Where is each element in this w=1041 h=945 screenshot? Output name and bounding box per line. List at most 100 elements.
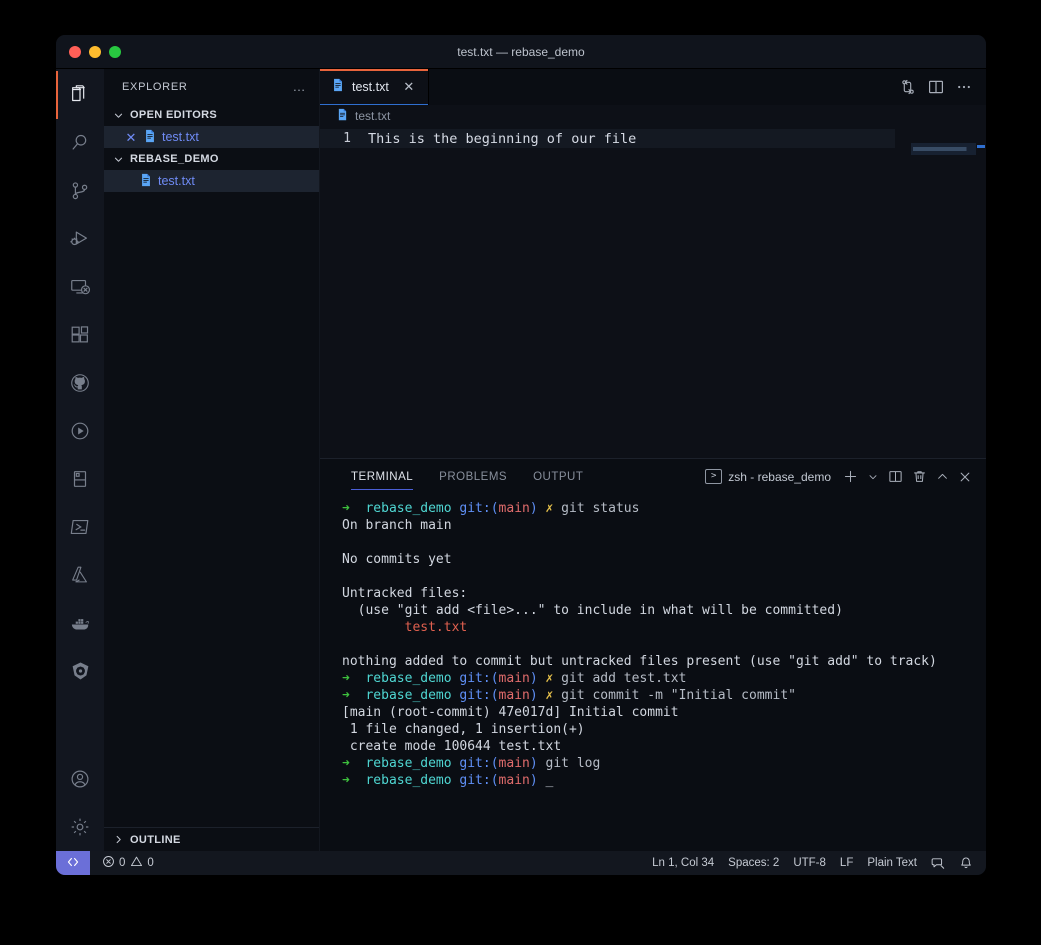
activity-item-kubernetes[interactable] xyxy=(56,647,104,695)
warning-count-label: 0 xyxy=(147,857,154,869)
maximize-panel-icon[interactable] xyxy=(936,470,949,483)
azure-icon xyxy=(69,564,91,586)
error-count[interactable]: 0 xyxy=(102,855,125,871)
tab-problems[interactable]: PROBLEMS xyxy=(426,459,520,494)
run-and-debug-icon xyxy=(69,228,91,250)
minimize-window-button[interactable] xyxy=(89,45,101,58)
eol-setting[interactable]: LF xyxy=(840,857,853,869)
panel-tab-label: PROBLEMS xyxy=(439,470,508,483)
terminal-line: 1 file changed, 1 insertion(+) xyxy=(342,722,585,737)
zoom-window-button[interactable] xyxy=(109,45,121,58)
chevron-down-icon xyxy=(110,107,126,123)
language-mode[interactable]: Plain Text xyxy=(867,857,917,869)
split-editor-icon[interactable] xyxy=(928,79,944,95)
terminal-selector[interactable]: > zsh - rebase_demo xyxy=(705,469,831,484)
outline-label: OUTLINE xyxy=(130,833,181,846)
activity-item-extensions[interactable] xyxy=(56,311,104,359)
bell-icon[interactable] xyxy=(959,856,973,870)
close-window-button[interactable] xyxy=(69,45,81,58)
database-icon xyxy=(69,468,91,490)
tab-terminal[interactable]: TERMINAL xyxy=(338,459,426,494)
terminal-line: ➜ rebase_demo git:(main) ✗ git commit -m… xyxy=(342,688,796,703)
chevron-down-icon xyxy=(110,151,126,167)
activity-item-github[interactable] xyxy=(56,359,104,407)
activity-item-search[interactable] xyxy=(56,119,104,167)
close-tab-icon[interactable]: ✕ xyxy=(401,79,417,95)
error-count-label: 0 xyxy=(119,857,126,869)
panel-tab-label: OUTPUT xyxy=(533,470,584,483)
kill-terminal-icon[interactable] xyxy=(912,469,927,484)
remote-explorer-icon xyxy=(69,276,91,298)
bottom-panel: TERMINAL PROBLEMS OUTPUT > zsh - rebase_… xyxy=(320,458,986,851)
editor-vertical-scrollbar[interactable] xyxy=(976,127,986,458)
activity-item-source-control[interactable] xyxy=(56,167,104,215)
file-tree-label: test.txt xyxy=(158,174,195,188)
editor-tab-test-txt[interactable]: test.txt ✕ xyxy=(320,69,429,105)
activity-item-run-and-debug[interactable] xyxy=(56,215,104,263)
status-bar: 0 0 Ln 1, Col 34 Spaces: 2 UTF-8 LF Plai… xyxy=(56,851,986,875)
minimap-line xyxy=(913,147,971,151)
source-control-compare-icon[interactable] xyxy=(900,79,916,95)
sidebar-more-actions-icon[interactable]: … xyxy=(293,80,308,93)
encoding-setting[interactable]: UTF-8 xyxy=(793,857,826,869)
source-control-icon xyxy=(69,180,91,202)
terminal-selector-label: zsh - rebase_demo xyxy=(728,469,831,484)
terminal-cursor: _ xyxy=(545,773,554,788)
code-line-1[interactable]: 1 This is the beginning of our file xyxy=(320,129,895,148)
open-editor-item-test-txt[interactable]: ✕ test.txt xyxy=(104,126,319,148)
activity-item-database[interactable] xyxy=(56,455,104,503)
warning-icon xyxy=(130,855,143,871)
code-editor[interactable]: 1 This is the beginning of our file xyxy=(320,127,986,458)
window-title: test.txt — rebase_demo xyxy=(457,44,585,59)
remote-window-indicator[interactable] xyxy=(56,851,90,875)
sidebar-section-outline[interactable]: OUTLINE xyxy=(104,827,319,851)
tab-output[interactable]: OUTPUT xyxy=(520,459,596,494)
open-editor-label: test.txt xyxy=(162,130,199,144)
feedback-icon[interactable] xyxy=(931,856,945,870)
breadcrumb-label: test.txt xyxy=(355,109,391,123)
cursor-position[interactable]: Ln 1, Col 34 xyxy=(652,857,714,869)
sidebar-section-rebase-demo[interactable]: REBASE_DEMO xyxy=(104,148,319,170)
title-bar: test.txt — rebase_demo xyxy=(56,35,986,69)
terminal-line: test.txt xyxy=(342,620,468,635)
scrollbar-thumb[interactable] xyxy=(977,145,985,148)
breadcrumb[interactable]: test.txt xyxy=(320,105,986,127)
terminal-line: nothing added to commit but untracked fi… xyxy=(342,654,937,669)
activity-item-remote-explorer[interactable] xyxy=(56,263,104,311)
activity-item-azure[interactable] xyxy=(56,551,104,599)
split-terminal-icon[interactable] xyxy=(888,469,903,484)
close-panel-icon[interactable] xyxy=(958,470,972,484)
terminal-line: create mode 100644 test.txt xyxy=(342,739,562,754)
powershell-icon xyxy=(69,516,91,538)
minimap[interactable] xyxy=(911,127,976,458)
status-problems[interactable]: 0 0 xyxy=(90,855,154,871)
terminal-line: No commits yet xyxy=(342,552,452,567)
file-tree-item-test-txt[interactable]: test.txt xyxy=(104,170,319,192)
activity-item-accounts[interactable] xyxy=(56,755,104,803)
terminal-output[interactable]: ➜ rebase_demo git:(main) ✗ git status On … xyxy=(320,494,986,851)
activity-item-docker[interactable] xyxy=(56,599,104,647)
more-actions-icon[interactable] xyxy=(956,79,972,95)
editor-tab-bar-filler xyxy=(428,69,900,105)
sidebar-section-open-editors[interactable]: OPEN EDITORS xyxy=(104,104,319,126)
activity-item-testing[interactable] xyxy=(56,407,104,455)
extensions-icon xyxy=(69,324,91,346)
activity-item-explorer[interactable] xyxy=(56,71,104,119)
close-editor-icon[interactable]: ✕ xyxy=(124,130,138,144)
activity-item-manage-settings[interactable] xyxy=(56,803,104,851)
warning-count[interactable]: 0 xyxy=(130,855,154,871)
sidebar-title: EXPLORER xyxy=(122,80,188,93)
chevron-down-icon[interactable] xyxy=(867,471,879,483)
new-terminal-icon[interactable] xyxy=(843,469,858,484)
terminal-line: [main (root-commit) 47e017d] Initial com… xyxy=(342,705,679,720)
activity-item-powershell[interactable] xyxy=(56,503,104,551)
panel-header-filler xyxy=(596,459,705,494)
indentation-setting[interactable]: Spaces: 2 xyxy=(728,857,779,869)
terminal-line: (use "git add <file>..." to include in w… xyxy=(342,603,843,618)
traffic-light-buttons[interactable] xyxy=(56,45,121,58)
search-icon xyxy=(69,132,91,154)
terminal-icon: > xyxy=(705,469,723,484)
account-icon xyxy=(69,768,91,790)
panel-actions: > zsh - rebase_demo xyxy=(705,459,986,494)
